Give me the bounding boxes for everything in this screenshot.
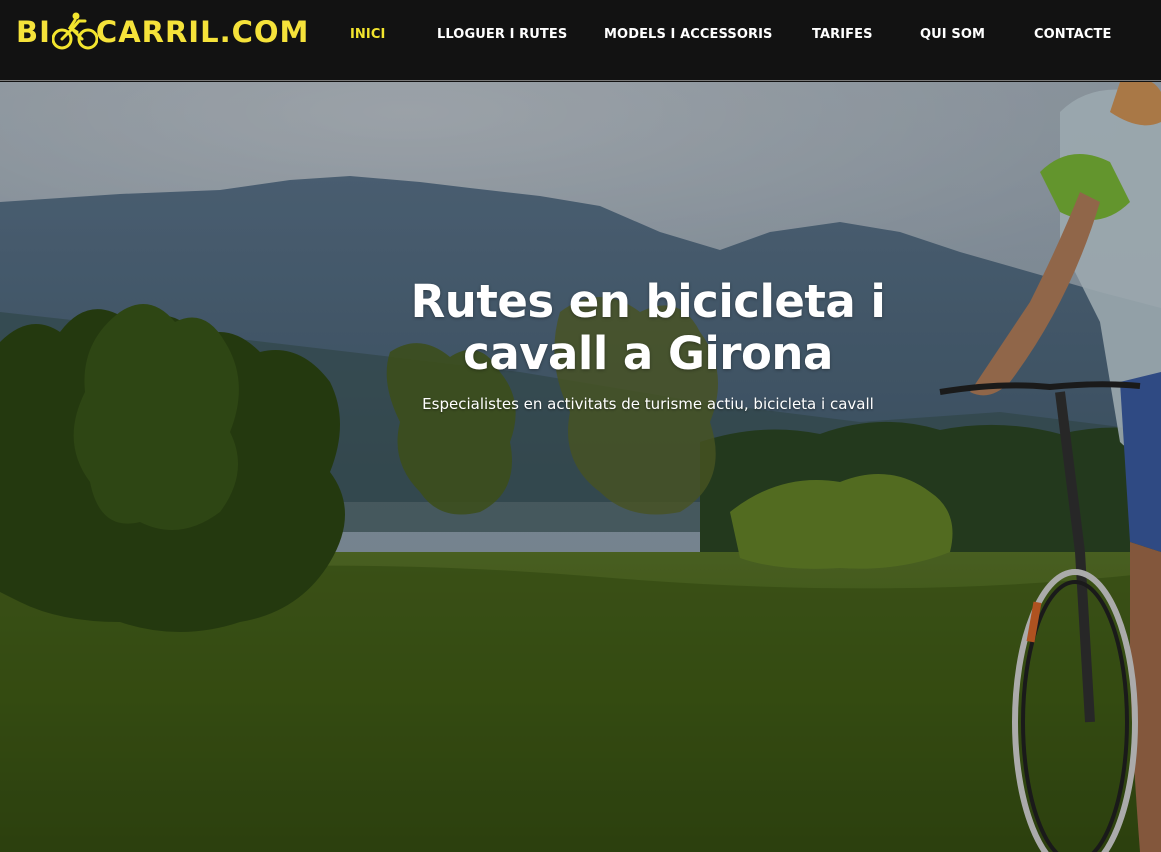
logo-text-end: CARRIL.COM	[95, 15, 310, 49]
hero-title: Rutes en bicicleta i cavall a Girona	[410, 275, 886, 380]
logo-text-start: BI	[16, 15, 51, 49]
nav-item-inici[interactable]: INICI	[350, 27, 385, 42]
site-logo[interactable]: BI CARRIL.COM	[16, 8, 309, 56]
nav-item-qui-som[interactable]: QUI SOM	[920, 27, 985, 42]
hero-section: Rutes en bicicleta i cavall a Girona Esp…	[0, 82, 1161, 852]
hero-subtitle: Especialistes en activitats de turisme a…	[422, 395, 874, 413]
nav-item-tarifes[interactable]: TARIFES	[812, 27, 873, 42]
hero-overlay	[0, 82, 1161, 852]
cyclist-icon	[51, 12, 98, 50]
nav-item-lloguer-i-rutes[interactable]: LLOGUER I RUTES	[437, 27, 567, 42]
site-header: BI CARRIL.COM INICI LLOGUER I RUTES MODE…	[0, 0, 1161, 81]
nav-item-contacte[interactable]: CONTACTE	[1034, 27, 1111, 42]
nav-item-models-i-accessoris[interactable]: MODELS I ACCESSORIS	[604, 27, 773, 42]
